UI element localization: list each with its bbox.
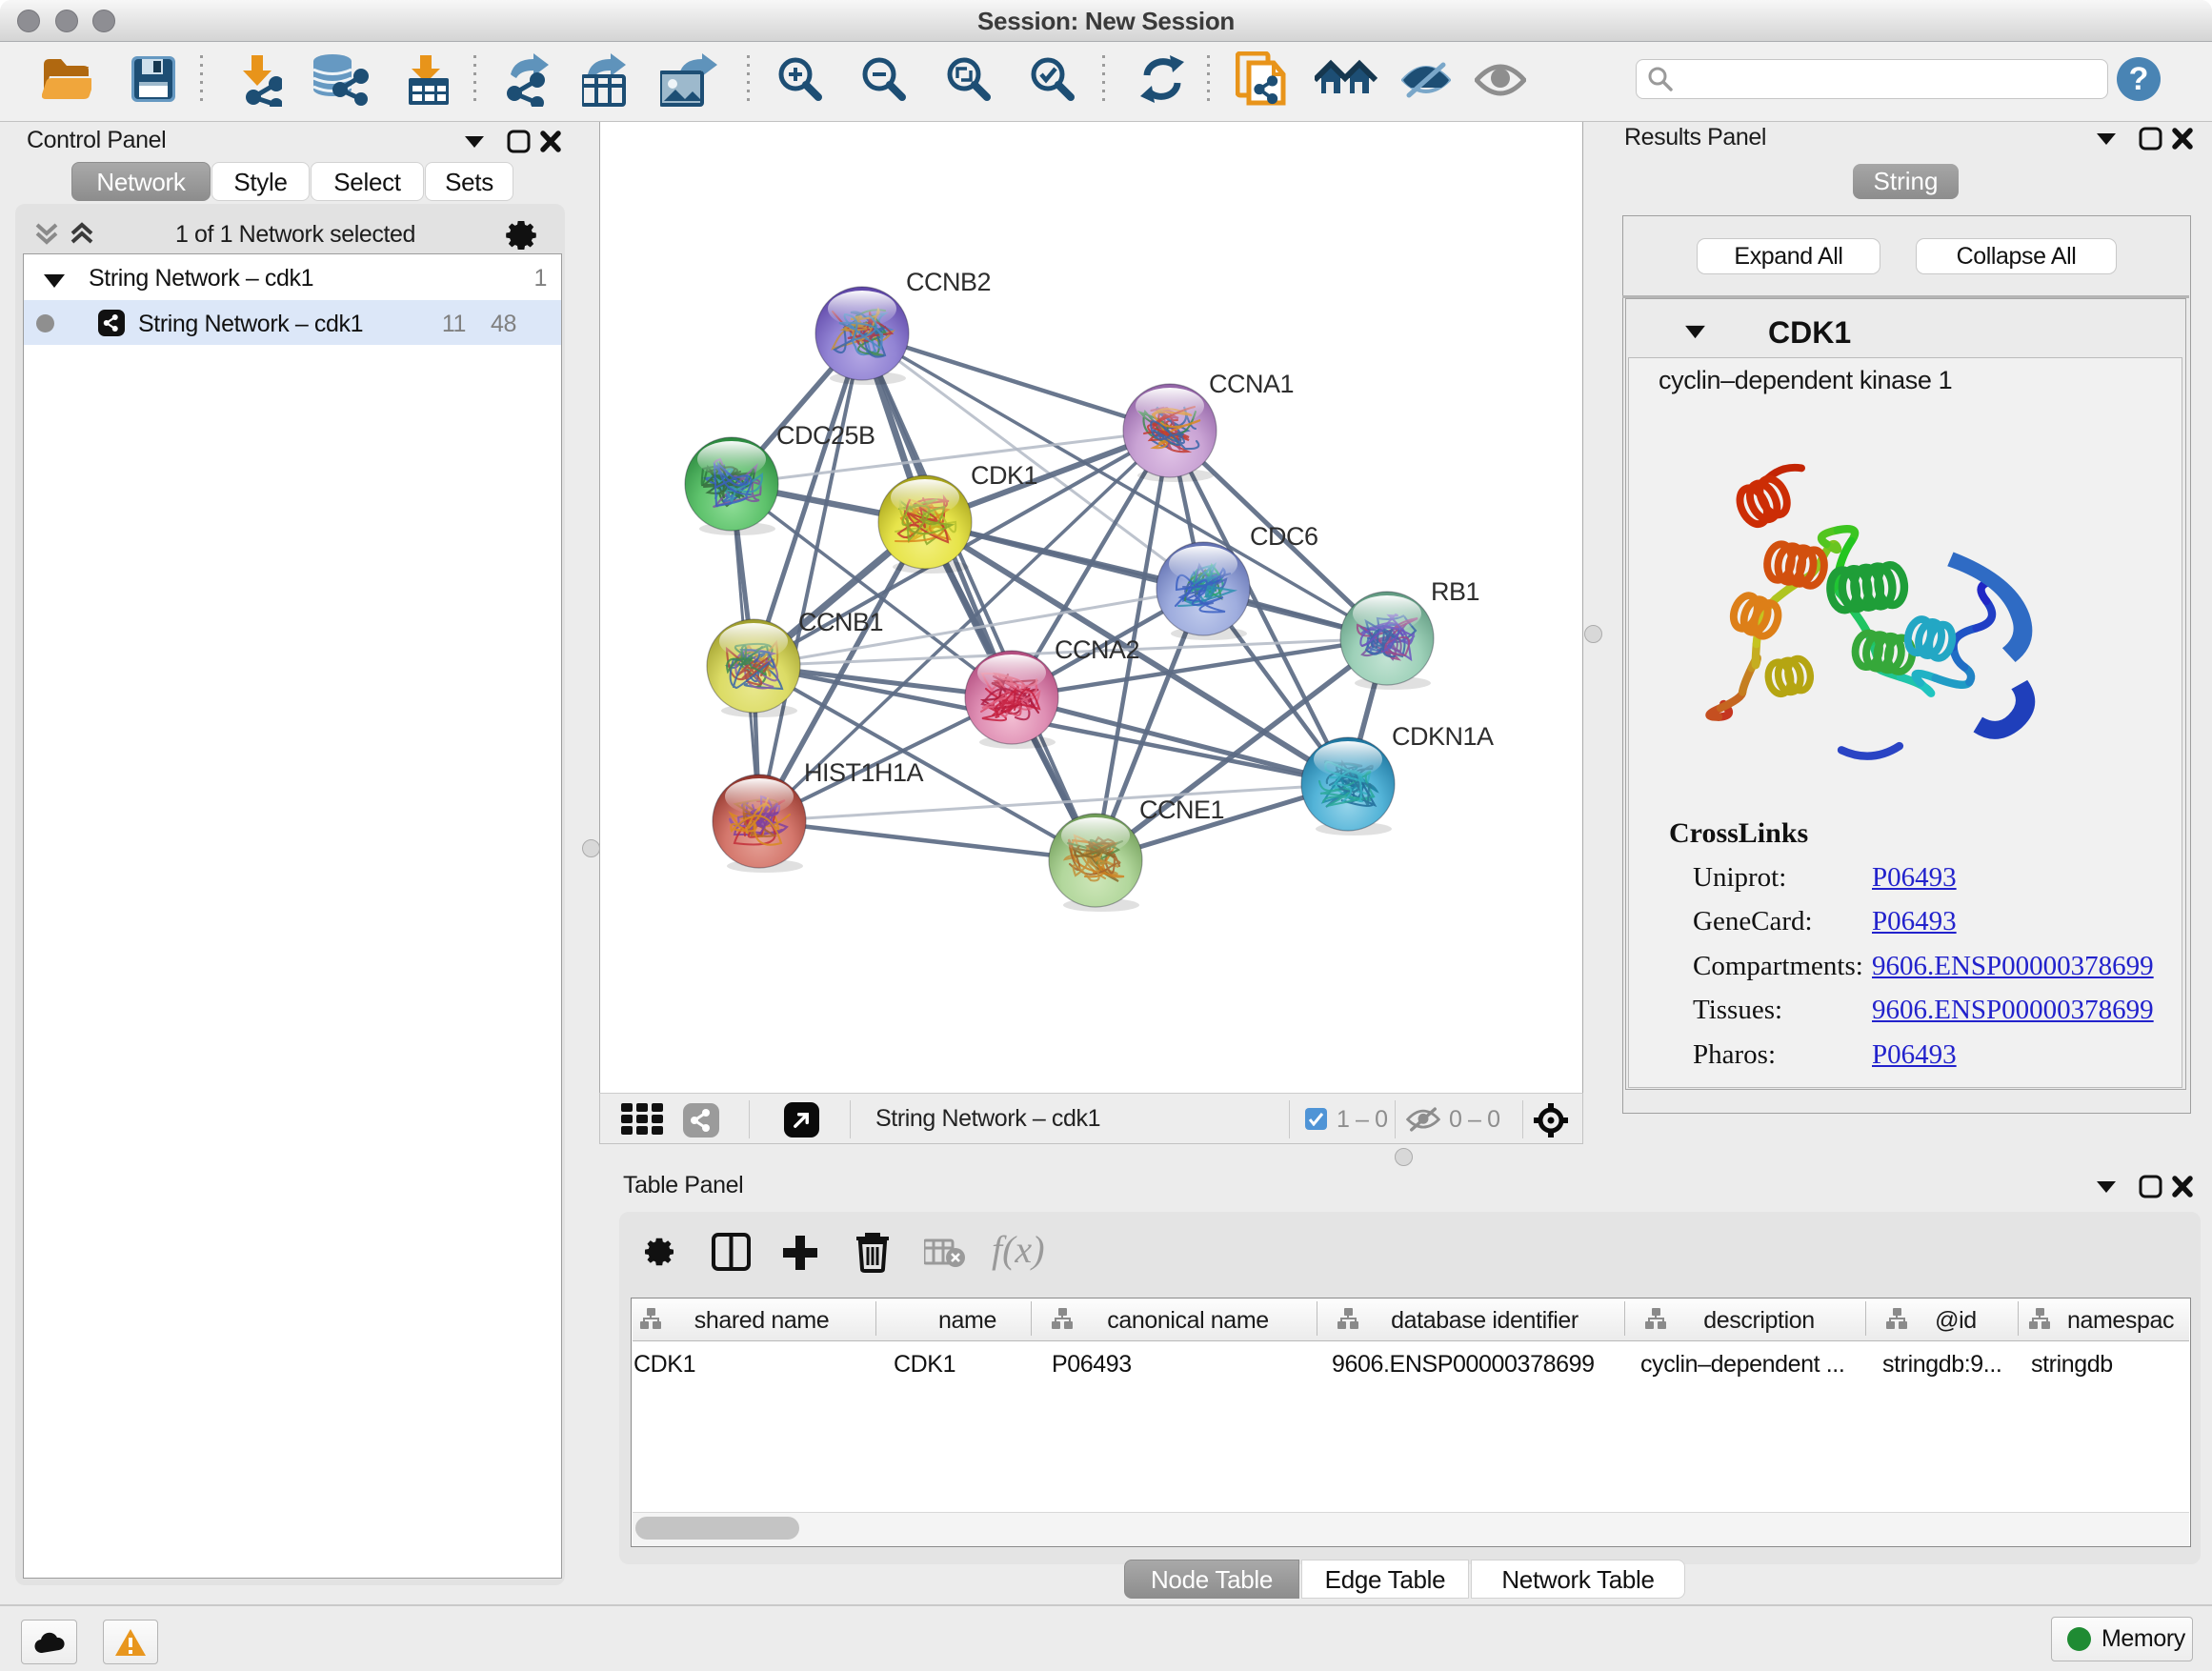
svg-text:CCNE1: CCNE1 <box>1139 795 1224 824</box>
svg-text:CCNA2: CCNA2 <box>1055 635 1139 664</box>
svg-text:CDC6: CDC6 <box>1250 522 1318 551</box>
svg-text:CDC25B: CDC25B <box>776 421 875 450</box>
svg-text:CCNB2: CCNB2 <box>906 268 991 296</box>
svg-text:CCNA1: CCNA1 <box>1209 370 1294 398</box>
svg-text:CCNB1: CCNB1 <box>798 608 883 636</box>
svg-text:CDKN1A: CDKN1A <box>1392 722 1494 751</box>
svg-text:RB1: RB1 <box>1431 577 1479 606</box>
svg-text:CDK1: CDK1 <box>971 461 1037 490</box>
svg-text:HIST1H1A: HIST1H1A <box>804 758 924 787</box>
